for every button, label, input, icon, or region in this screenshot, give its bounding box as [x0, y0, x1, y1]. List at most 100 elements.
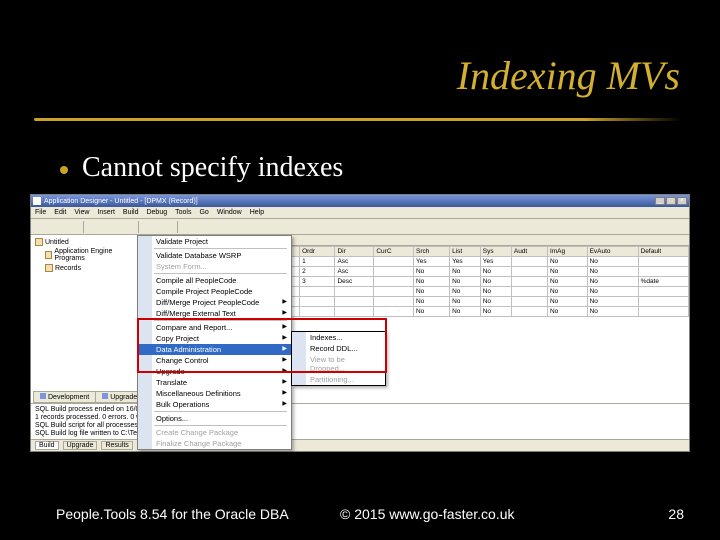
menu-item[interactable]: Diff/Merge External Text▶ [138, 308, 291, 319]
cell-imag: No [547, 307, 587, 317]
cell-evauto: No [587, 267, 638, 277]
col-dir[interactable]: Dir [335, 247, 374, 257]
col-list[interactable]: List [450, 247, 481, 257]
menu-item[interactable]: Miscellaneous Definitions▶ [138, 388, 291, 399]
menu-item[interactable]: Compare and Report...▶ [138, 322, 291, 333]
menu-separator [154, 273, 287, 274]
cell-imag: No [547, 257, 587, 267]
toolbar-button[interactable] [159, 220, 173, 233]
menu-insert[interactable]: Insert [97, 209, 115, 216]
toolbar-button[interactable] [143, 220, 157, 233]
tree-item-label: Application Engine Programs [54, 248, 136, 262]
menu-item-validate-project[interactable]: Validate Project [138, 236, 291, 247]
window-titlebar: Application Designer - Untitled - [DPMX … [31, 195, 689, 207]
minimize-button[interactable]: _ [655, 197, 665, 205]
menu-view[interactable]: View [74, 209, 89, 216]
tools-dropdown-menu: Validate Project Validate Database WSRP … [137, 235, 292, 450]
output-tab-results[interactable]: Results [101, 441, 132, 450]
menu-separator [154, 425, 287, 426]
col-audt[interactable]: Audt [511, 247, 547, 257]
cell-curc [374, 277, 414, 287]
menu-separator [154, 320, 287, 321]
submenu-arrow-icon: ▶ [282, 378, 287, 385]
col-evauto[interactable]: EvAuto [587, 247, 638, 257]
toolbar-button[interactable] [88, 220, 102, 233]
cell-list: No [450, 287, 481, 297]
menu-go[interactable]: Go [199, 209, 208, 216]
menu-item-data-administration[interactable]: Data Administration▶ [138, 344, 291, 355]
cell-list: No [450, 277, 481, 287]
menu-window[interactable]: Window [217, 209, 242, 216]
cell-default [638, 267, 688, 277]
cell-sys: No [480, 287, 511, 297]
cell-srch: No [413, 297, 449, 307]
menu-build[interactable]: Build [123, 209, 139, 216]
col-default[interactable]: Default [638, 247, 688, 257]
menu-item[interactable]: Compile Project PeopleCode [138, 286, 291, 297]
col-ordr[interactable]: Ordr [300, 247, 335, 257]
cell-sys: No [480, 297, 511, 307]
menu-item[interactable]: Bulk Operations▶ [138, 399, 291, 410]
output-tab-upgrade[interactable]: Upgrade [63, 441, 98, 450]
cell-default [638, 297, 688, 307]
toolbar-button[interactable] [182, 220, 196, 233]
tree-item-label: Records [55, 265, 81, 272]
menu-item[interactable]: Diff/Merge Project PeopleCode▶ [138, 297, 291, 308]
col-srch[interactable]: Srch [413, 247, 449, 257]
cell-evauto: No [587, 307, 638, 317]
toolbar-button[interactable] [65, 220, 79, 233]
application-designer-window: Application Designer - Untitled - [DPMX … [30, 194, 690, 452]
menubar: File Edit View Insert Build Debug Tools … [31, 207, 689, 219]
menu-edit[interactable]: Edit [54, 209, 66, 216]
menu-item[interactable]: Compile all PeopleCode [138, 275, 291, 286]
menu-help[interactable]: Help [250, 209, 264, 216]
cell-ordr [300, 287, 335, 297]
menu-tools[interactable]: Tools [175, 209, 191, 216]
close-button[interactable]: × [677, 197, 687, 205]
cell-audt [511, 287, 547, 297]
submenu-item: Partitioning... [292, 374, 385, 385]
cell-srch: No [413, 287, 449, 297]
menu-debug[interactable]: Debug [146, 209, 167, 216]
tree-root[interactable]: Untitled [33, 237, 138, 247]
submenu-arrow-icon: ▶ [282, 367, 287, 374]
submenu-arrow-icon: ▶ [282, 389, 287, 396]
menu-item[interactable]: Translate▶ [138, 377, 291, 388]
output-line: SQL Build log file written to C:\Temp\PS… [35, 430, 685, 438]
menu-item[interactable]: Change Control▶ [138, 355, 291, 366]
menu-separator [154, 248, 287, 249]
output-tabs: Build Upgrade Results Validate Find Defi… [31, 439, 689, 451]
toolbar-button[interactable] [198, 220, 212, 233]
toolbar-button[interactable] [33, 220, 47, 233]
menu-item[interactable]: Validate Database WSRP [138, 250, 291, 261]
tree-item[interactable]: Application Engine Programs [33, 247, 138, 263]
menu-item: System Form... [138, 261, 291, 272]
toolbar-button[interactable] [49, 220, 63, 233]
cell-ordr: 1 [300, 257, 335, 267]
submenu-item-indexes[interactable]: Indexes... [292, 332, 385, 343]
col-imag[interactable]: ImAg [547, 247, 587, 257]
toolbar-button[interactable] [104, 220, 118, 233]
tree-item[interactable]: Records [33, 263, 138, 273]
toolbar-button[interactable] [214, 220, 228, 233]
tab-development[interactable]: Development [33, 391, 95, 403]
menu-item[interactable]: Copy Project▶ [138, 333, 291, 344]
submenu-arrow-icon: ▶ [282, 356, 287, 363]
col-sys[interactable]: Sys [480, 247, 511, 257]
menu-item-options[interactable]: Options... [138, 413, 291, 424]
submenu-item-record-ddl[interactable]: Record DDL... [292, 343, 385, 354]
cell-audt [511, 257, 547, 267]
title-underline [34, 118, 682, 121]
col-curc[interactable]: CurC [374, 247, 414, 257]
submenu-arrow-icon: ▶ [282, 323, 287, 330]
maximize-button[interactable]: □ [666, 197, 676, 205]
menu-file[interactable]: File [35, 209, 46, 216]
menu-separator [154, 411, 287, 412]
output-tab-build[interactable]: Build [35, 441, 59, 450]
project-tree: Untitled Application Engine Programs Rec… [31, 235, 141, 410]
submenu-arrow-icon: ▶ [282, 400, 287, 407]
cell-srch: No [413, 307, 449, 317]
menu-item[interactable]: Upgrade▶ [138, 366, 291, 377]
footer-left: People.Tools 8.54 for the Oracle DBA [56, 506, 289, 522]
toolbar-button[interactable] [120, 220, 134, 233]
